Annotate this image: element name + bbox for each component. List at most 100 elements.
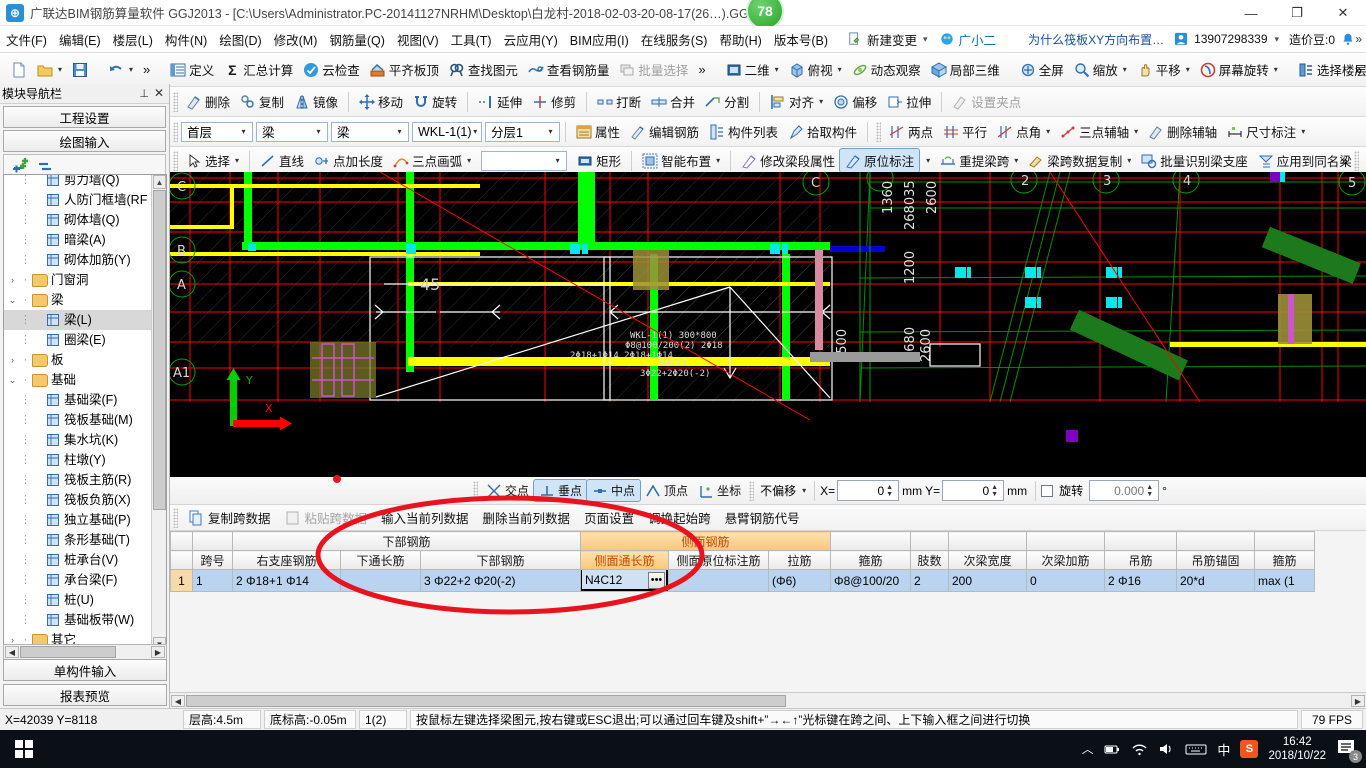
category-select[interactable]: 梁 ▾	[256, 121, 328, 142]
toolbar-draw-gripper[interactable]	[173, 150, 178, 171]
rectangle-button[interactable]: 矩形	[572, 149, 626, 172]
copy-button[interactable]: 复制	[235, 90, 289, 113]
undo-button[interactable]: ▾	[103, 60, 138, 80]
layer-select-chevron-down-icon[interactable]: ▾	[544, 127, 557, 136]
tree-item[interactable]: ⌄ · 梁	[4, 290, 153, 310]
tree-hscroll-thumb[interactable]	[20, 646, 116, 658]
type-select[interactable]: 梁 ▾	[331, 121, 409, 142]
three-point-axis-chevron-down-icon[interactable]: ▾	[1134, 127, 1138, 136]
maximize-button[interactable]: ❐	[1274, 0, 1320, 26]
smart-layout-button[interactable]: 智能布置 ▾	[637, 149, 725, 172]
view-2d-button[interactable]: 二维 ▾	[721, 58, 784, 81]
component-name-chevron-down-icon[interactable]: ▾	[471, 127, 479, 136]
chevron-right-icon[interactable]: ›	[6, 270, 19, 290]
trim-button[interactable]: 修剪	[527, 90, 581, 113]
tree-item[interactable]: › · 板	[4, 350, 153, 370]
table-cell[interactable]: 1	[192, 569, 233, 592]
component-tree[interactable]: ⋮暗柱(Z)⋮端柱(Z)⋮构造柱(Z)⌄·墙⋮剪力墙(Q)⋮人防门框墙(RF⋮砌…	[3, 174, 167, 652]
sum-calc-button[interactable]: Σ 汇总计算	[219, 58, 298, 81]
tree-item[interactable]: ⋮ 筏板基础(M)	[4, 410, 153, 430]
tree-item[interactable]: ⋮ 砌体墙(Q)	[4, 210, 153, 230]
snap-coordinate-button[interactable]: 坐标	[693, 480, 746, 501]
snap-intersection-button[interactable]: 交点	[481, 480, 534, 501]
screen-rotate-button[interactable]: 屏幕旋转 ▾	[1195, 58, 1283, 81]
taskbar-clock[interactable]: 16:42 2018/10/22	[1268, 735, 1326, 763]
tree-item[interactable]: ⋮ 基础板带(W)	[4, 610, 153, 630]
close-button[interactable]: ✕	[1320, 0, 1366, 26]
tree-hscroll-left-arrow[interactable]: ◀	[5, 646, 19, 658]
cell-editor[interactable]: N4C12 •••	[581, 570, 668, 591]
menu-item-version[interactable]: 版本号(B)	[768, 26, 834, 53]
line-button[interactable]: 直线	[255, 149, 309, 172]
rotate-checkbox[interactable]	[1041, 484, 1054, 497]
mirror-button[interactable]: 镜像	[289, 90, 343, 113]
menu-item-file[interactable]: 文件(F)	[0, 26, 53, 53]
offset-mode-select[interactable]: 不偏移 ▾	[757, 482, 809, 499]
drawing-input-button[interactable]: 绘图输入	[3, 130, 166, 152]
wifi-icon[interactable]	[1131, 742, 1148, 756]
menu-item-floor[interactable]: 楼层(L)	[107, 26, 159, 53]
new-change-button[interactable]: 新建变更 ▾	[842, 26, 934, 53]
menu-item-draw[interactable]: 绘图(D)	[213, 26, 267, 53]
new-file-button[interactable]	[6, 60, 32, 80]
tree-item[interactable]: ⋮ 圈梁(E)	[4, 330, 153, 350]
account-area[interactable]: 13907298339 ▾	[1174, 32, 1279, 46]
swap-start-span-button[interactable]: 调换起始跨	[641, 506, 718, 529]
offset-gripper[interactable]	[749, 480, 755, 501]
save-button[interactable]	[67, 60, 93, 80]
tree-item[interactable]: ⋮ 条形基础(T)	[4, 530, 153, 550]
in-situ-annotation-caret[interactable]: ▾	[919, 154, 935, 167]
three-point-arc-button[interactable]: 三点画弧 ▾	[388, 149, 476, 172]
report-preview-button[interactable]: 报表预览	[3, 684, 167, 706]
table-cell[interactable]: 3 Φ22+2 Φ20(-2)	[420, 569, 581, 592]
x-input[interactable]: 0 ▲ ▼	[837, 480, 900, 501]
tree-hscrollbar[interactable]: ◀ ▶	[3, 644, 167, 660]
table-column-header[interactable]: 侧面通长筋	[580, 550, 669, 570]
menu-item-help[interactable]: 帮助(H)	[713, 26, 767, 53]
menu-item-tools[interactable]: 工具(T)	[445, 26, 498, 53]
tree-item[interactable]: ⋮ 筏板主筋(R)	[4, 470, 153, 490]
extend-button[interactable]: 延伸	[473, 90, 527, 113]
set-grip-button[interactable]: 设置夹点	[947, 90, 1026, 113]
open-chevron-down-icon[interactable]: ▾	[58, 65, 62, 74]
menu-item-edit[interactable]: 编辑(E)	[53, 26, 107, 53]
move-button[interactable]: 移动	[354, 90, 408, 113]
notification-center-button[interactable]: 3	[1336, 738, 1362, 763]
offset-button[interactable]: 偏移	[828, 90, 882, 113]
toolbar-component-gripper[interactable]	[173, 121, 178, 142]
table-hscroll-left-arrow[interactable]: ◀	[171, 695, 185, 707]
delete-button[interactable]: 删除	[181, 90, 235, 113]
table-column-header[interactable]: 吊筋	[1104, 550, 1177, 570]
smart-layout-chevron-down-icon[interactable]: ▾	[716, 156, 720, 165]
table-cell[interactable]: 2 Φ18+1 Φ14	[232, 569, 341, 592]
layer-select[interactable]: 分层1 ▾	[485, 121, 560, 142]
toolbar-more-1[interactable]: »	[138, 60, 155, 79]
table-cell[interactable]: 2	[910, 569, 949, 592]
minimize-button[interactable]: —	[1228, 0, 1274, 26]
zoom-button[interactable]: 缩放 ▾	[1069, 58, 1132, 81]
table-cell-editing[interactable]: N4C12 •••	[580, 569, 669, 592]
re-extract-span-button[interactable]: 重提梁跨 ▾	[935, 149, 1023, 172]
table-row-header[interactable]: 1	[170, 569, 193, 592]
table-cell[interactable]: 200	[948, 569, 1027, 592]
point-angle-chevron-down-icon[interactable]: ▾	[1046, 127, 1050, 136]
align-button[interactable]: 对齐 ▾	[765, 90, 828, 113]
toolbar-overflow-1[interactable]: »	[693, 60, 710, 79]
topview-chevron-down-icon[interactable]: ▾	[838, 65, 842, 74]
table-column-header[interactable]: 拉筋	[768, 550, 831, 570]
table-hscroll-thumb[interactable]	[186, 695, 786, 707]
component-list-button[interactable]: 构件列表	[704, 120, 783, 143]
topview-button[interactable]: 俯视 ▾	[784, 58, 847, 81]
battery-icon[interactable]	[1103, 742, 1121, 756]
input-current-column-button[interactable]: 输入当前列数据	[374, 506, 476, 529]
snap-vertex-button[interactable]: 顶点	[640, 480, 693, 501]
span-data-copy-button[interactable]: 梁跨数据复制 ▾	[1023, 149, 1136, 172]
table-cell[interactable]: max (1	[1254, 569, 1315, 592]
tree-item[interactable]: ⋮ 暗梁(A)	[4, 230, 153, 250]
table-hscrollbar[interactable]: ◀ ▶	[170, 692, 1366, 708]
select-tool-chevron-down-icon[interactable]: ▾	[235, 156, 239, 165]
find-element-button[interactable]: 查找图元	[444, 58, 523, 81]
re-extract-span-chevron-down-icon[interactable]: ▾	[1014, 156, 1018, 165]
align-chevron-down-icon[interactable]: ▾	[819, 97, 823, 106]
tree-item[interactable]: ⋮ 梁(L)	[4, 310, 153, 330]
